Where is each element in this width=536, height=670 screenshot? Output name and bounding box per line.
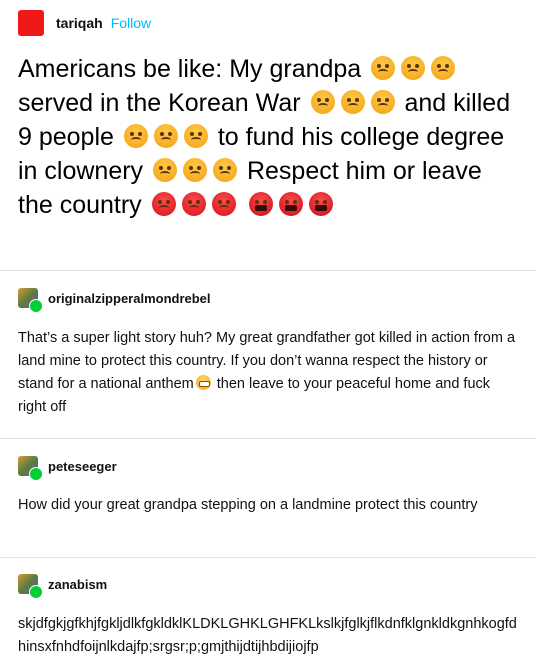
avatar[interactable] xyxy=(18,574,43,599)
angry-face-icon xyxy=(153,158,178,182)
angry-face-icon xyxy=(340,90,365,114)
angry-face-icon xyxy=(371,56,396,80)
pouting-face-icon xyxy=(181,192,206,216)
angry-face-icon xyxy=(183,124,208,148)
avatar[interactable] xyxy=(18,456,43,481)
post-text-line: to fund his xyxy=(217,123,334,151)
tumblr-post: tariqah Follow Americans be like: My gra… xyxy=(0,0,536,670)
angry-face-icon xyxy=(310,90,335,114)
post-text-line: and xyxy=(404,89,447,117)
reblog-username[interactable]: originalzipperalmondrebel xyxy=(48,291,211,306)
reblog-text: skjdfgkjgfkhjfgkljdlkfgkldklKLDKLGHKLGHF… xyxy=(18,616,517,655)
angry-face-icon xyxy=(213,158,238,182)
post-text-line: served in the Korean War xyxy=(18,89,301,117)
pouting-face-icon xyxy=(151,192,176,216)
angry-face-icon xyxy=(431,56,456,80)
reblog-username[interactable]: peteseeger xyxy=(48,459,117,474)
face-with-symbols-on-mouth-icon xyxy=(248,192,273,216)
face-with-symbols-on-mouth-icon xyxy=(278,192,303,216)
divider xyxy=(0,270,536,271)
grimacing-face-icon xyxy=(195,375,211,390)
angry-face-icon xyxy=(153,124,178,148)
pouting-face-icon xyxy=(211,192,236,216)
divider xyxy=(0,557,536,558)
reblog-text: That’s a super light story huh? My great… xyxy=(18,327,518,419)
username[interactable]: tariqah xyxy=(56,15,103,31)
angry-face-icon xyxy=(183,158,208,182)
reblog-text: How did your great grandpa stepping on a… xyxy=(18,497,478,513)
reblog-icon xyxy=(29,299,43,313)
post-text-line: Americans be like: My grandpa xyxy=(18,55,362,83)
avatar[interactable] xyxy=(18,288,43,313)
reblog-header: originalzipperalmondrebel xyxy=(18,286,211,313)
angry-face-icon xyxy=(123,124,148,148)
angry-face-icon xyxy=(370,90,395,114)
reblog-icon xyxy=(29,585,43,599)
angry-face-icon xyxy=(401,56,426,80)
reblog-username[interactable]: zanabism xyxy=(48,577,107,592)
face-with-symbols-on-mouth-icon xyxy=(308,192,333,216)
post-header: tariqah Follow xyxy=(18,9,151,37)
post-body: Americans be like: My grandpa served in … xyxy=(18,52,523,222)
reblog-icon xyxy=(29,467,43,481)
divider xyxy=(0,438,536,439)
follow-button[interactable]: Follow xyxy=(111,15,151,31)
reblog-header: zanabism xyxy=(18,572,107,599)
reblog-header: peteseeger xyxy=(18,454,117,481)
avatar[interactable] xyxy=(18,10,44,36)
